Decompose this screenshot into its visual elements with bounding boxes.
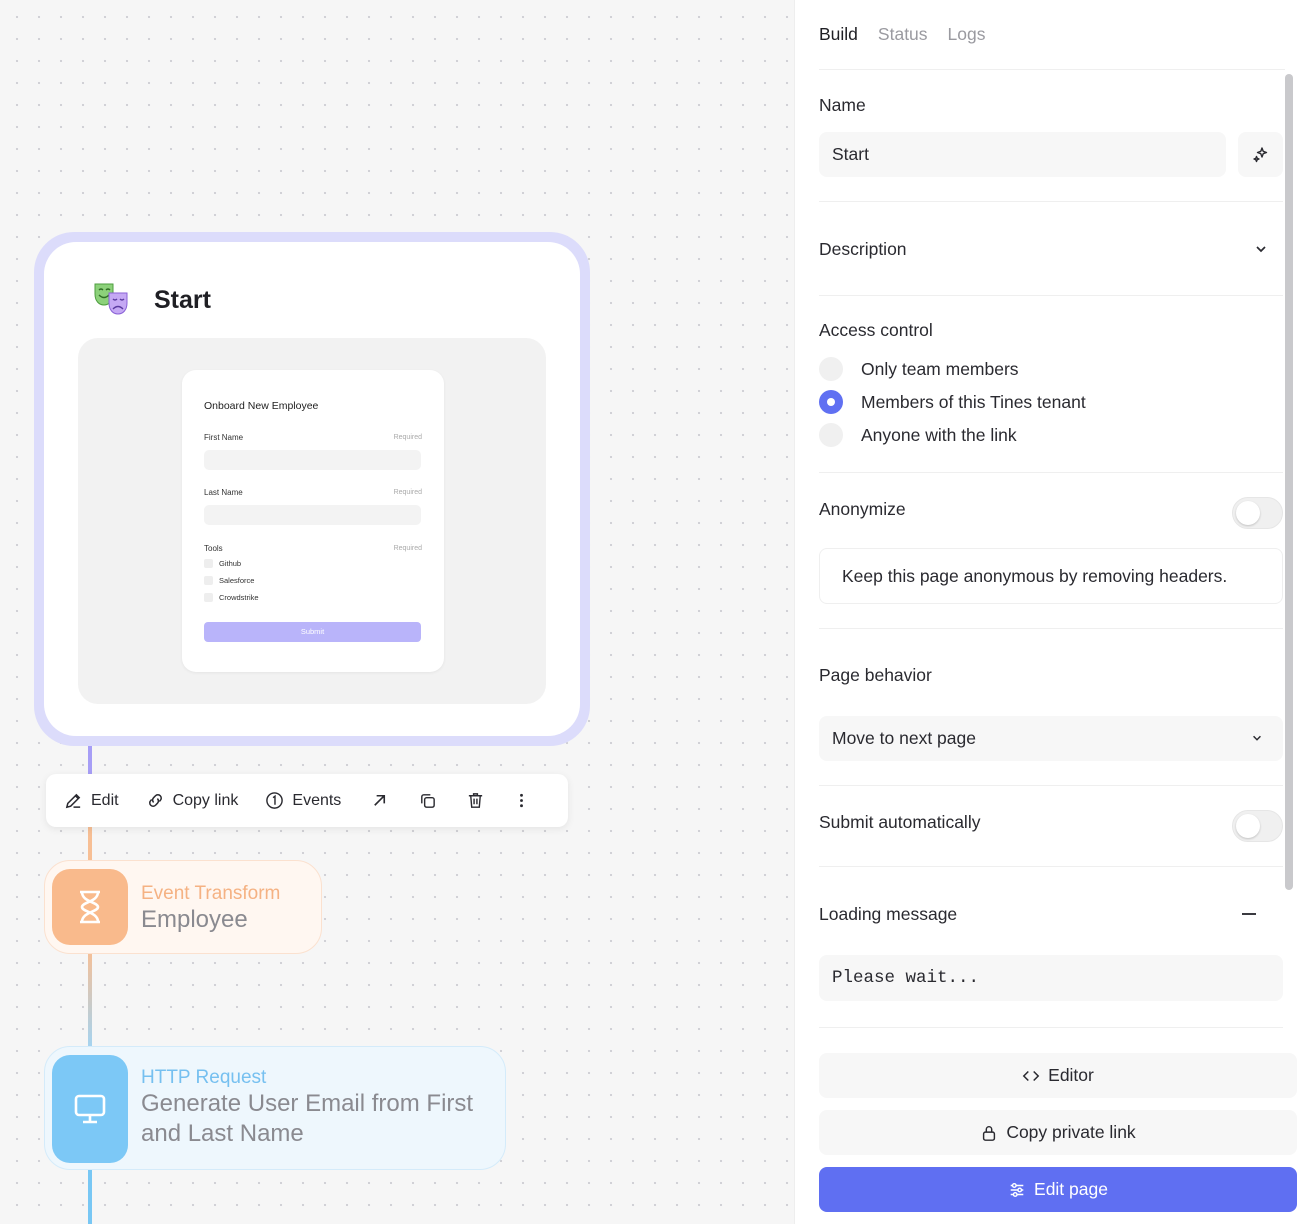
http-request-node[interactable]: HTTP Request Generate User Email from Fi… xyxy=(44,1046,506,1170)
link-icon xyxy=(148,794,162,807)
radio-unchecked-icon xyxy=(819,423,843,447)
loading-message-toggle[interactable]: Loading message xyxy=(819,904,957,925)
page-behavior-label: Page behavior xyxy=(819,665,932,685)
hourglass-icon xyxy=(80,890,100,924)
anonymize-toggle[interactable] xyxy=(1232,497,1283,529)
section-divider xyxy=(819,866,1283,867)
trash-icon xyxy=(469,793,483,808)
panel-tabs: Build Status Logs xyxy=(819,24,986,45)
submit-automatically-toggle[interactable] xyxy=(1232,810,1283,842)
section-divider xyxy=(819,295,1283,296)
page-behavior-select[interactable]: Move to next page xyxy=(819,716,1283,761)
section-divider xyxy=(819,785,1283,786)
connector-transform-http xyxy=(88,950,92,1054)
anonymize-label: Anonymize xyxy=(819,499,906,519)
mini-field-label: First Name xyxy=(204,433,244,442)
arrow-up-right-icon xyxy=(374,794,386,806)
panel-scrollbar[interactable] xyxy=(1285,74,1293,890)
access-option-tenant[interactable]: Members of this Tines tenant xyxy=(819,390,1086,414)
node-type-label: Event Transform xyxy=(141,883,281,904)
code-brackets-icon xyxy=(1022,1070,1040,1081)
edit-button[interactable]: Edit xyxy=(64,791,119,810)
edit-page-button[interactable]: Edit page xyxy=(819,1167,1297,1212)
monitor-icon xyxy=(74,1094,106,1124)
ai-suggest-button[interactable] xyxy=(1238,132,1283,177)
http-badge xyxy=(52,1055,128,1163)
events-count-icon xyxy=(266,792,284,809)
duplicate-icon xyxy=(421,794,436,808)
mini-last-name-input xyxy=(204,505,421,525)
open-external-button[interactable] xyxy=(370,791,389,810)
mini-first-name-input xyxy=(204,450,421,470)
mini-checkbox-option: Crowdstrike xyxy=(204,593,259,602)
tab-logs[interactable]: Logs xyxy=(948,24,986,45)
delete-button[interactable] xyxy=(466,791,485,810)
mini-form-card: Onboard New Employee First Name Required… xyxy=(182,370,444,672)
checkbox-icon xyxy=(204,576,213,585)
submit-automatically-label: Submit automatically xyxy=(819,812,981,832)
anonymize-hint: Keep this page anonymous by removing hea… xyxy=(819,548,1283,604)
node-name-label: Generate User Email from First and Last … xyxy=(141,1090,474,1147)
theater-masks-icon xyxy=(94,283,128,315)
checkbox-icon xyxy=(204,593,213,602)
events-button[interactable]: Events xyxy=(265,791,341,810)
pencil-icon xyxy=(65,793,81,809)
sliders-icon xyxy=(1010,1182,1024,1197)
loading-message-input[interactable]: Please wait... xyxy=(819,955,1283,1001)
radio-unchecked-icon xyxy=(819,357,843,381)
name-input[interactable]: Start xyxy=(819,132,1226,177)
mini-field-label: Tools xyxy=(204,544,223,553)
chevron-down-icon xyxy=(1253,735,1261,741)
chevron-down-icon[interactable] xyxy=(1254,242,1268,256)
radio-checked-icon xyxy=(819,390,843,414)
node-toolbar: Edit Copy link Events xyxy=(46,774,568,827)
mini-required-tag: Required xyxy=(393,489,422,496)
checkbox-icon xyxy=(204,559,213,568)
access-option-team[interactable]: Only team members xyxy=(819,357,1019,381)
section-divider xyxy=(819,628,1283,629)
collapse-minus-icon[interactable] xyxy=(1242,913,1256,915)
kebab-menu-icon xyxy=(520,793,524,808)
sparkle-icon xyxy=(1252,146,1267,162)
node-type-label: HTTP Request xyxy=(141,1067,267,1088)
mini-required-tag: Required xyxy=(393,545,422,552)
access-option-anyone[interactable]: Anyone with the link xyxy=(819,423,1017,447)
section-divider xyxy=(819,472,1283,473)
mini-form-title: Onboard New Employee xyxy=(204,400,319,412)
copy-private-link-button[interactable]: Copy private link xyxy=(819,1110,1297,1155)
description-toggle[interactable]: Description xyxy=(819,239,907,260)
event-transform-node[interactable]: Event Transform Employee xyxy=(44,860,322,954)
tab-status[interactable]: Status xyxy=(878,24,928,45)
editor-button[interactable]: Editor xyxy=(819,1053,1297,1098)
mini-checkbox-option: Github xyxy=(204,559,241,568)
transform-badge xyxy=(52,869,128,945)
name-label: Name xyxy=(819,95,866,115)
section-divider xyxy=(819,201,1283,202)
mini-required-tag: Required xyxy=(393,434,422,441)
start-node-title: Start xyxy=(154,286,211,314)
access-control-label: Access control xyxy=(819,320,933,340)
tab-build[interactable]: Build xyxy=(819,24,858,45)
mini-checkbox-option: Salesforce xyxy=(204,576,254,585)
tabs-divider xyxy=(819,69,1285,70)
properties-panel: Build Status Logs Name Start Description… xyxy=(794,0,1314,1224)
workflow-canvas[interactable]: Start Onboard New Employee First Name Re… xyxy=(0,0,794,1224)
start-page-node[interactable]: Start Onboard New Employee First Name Re… xyxy=(34,232,590,746)
form-preview[interactable]: Onboard New Employee First Name Required… xyxy=(78,338,546,704)
mini-submit-button: Submit xyxy=(204,622,421,642)
section-divider xyxy=(819,1027,1283,1028)
lock-icon xyxy=(983,1125,996,1141)
duplicate-button[interactable] xyxy=(418,791,437,810)
mini-field-label: Last Name xyxy=(204,488,243,497)
node-name-label: Employee xyxy=(141,906,248,933)
more-options-button[interactable] xyxy=(512,791,531,810)
copy-link-button[interactable]: Copy link xyxy=(146,791,238,810)
